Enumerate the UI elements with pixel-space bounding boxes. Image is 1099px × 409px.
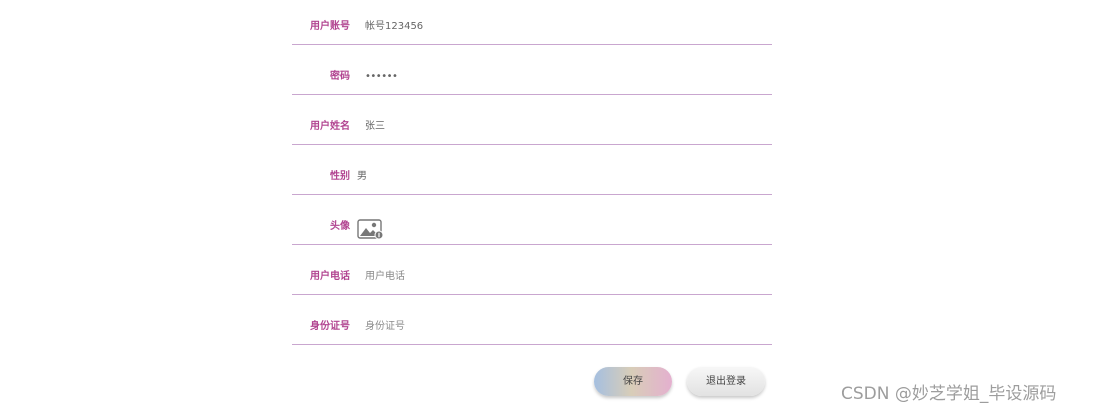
id-card-input[interactable]: 身份证号 bbox=[365, 320, 405, 334]
sex-label: 性别 bbox=[330, 171, 350, 182]
name-input[interactable]: 张三 bbox=[365, 120, 385, 134]
account-label: 用户账号 bbox=[310, 21, 350, 32]
name-row: 用户姓名 张三 bbox=[292, 100, 772, 145]
avatar-row: 头像 bbox=[292, 200, 772, 245]
id-card-row: 身份证号 身份证号 bbox=[292, 300, 772, 345]
password-label: 密码 bbox=[330, 71, 350, 82]
id-card-label: 身份证号 bbox=[310, 321, 350, 332]
account-row: 用户账号 帐号123456 bbox=[292, 0, 772, 45]
sex-row: 性别 男 bbox=[292, 150, 772, 195]
name-label: 用户姓名 bbox=[310, 121, 350, 132]
phone-label: 用户电话 bbox=[310, 271, 350, 282]
logout-button[interactable]: 退出登录 bbox=[687, 367, 765, 396]
phone-row: 用户电话 用户电话 bbox=[292, 250, 772, 295]
password-row: 密码 •••••• bbox=[292, 50, 772, 95]
sex-select[interactable]: 男 bbox=[357, 170, 367, 184]
save-button[interactable]: 保存 bbox=[594, 367, 672, 396]
account-input[interactable]: 帐号123456 bbox=[365, 20, 423, 34]
avatar-label: 头像 bbox=[330, 221, 350, 232]
phone-input[interactable]: 用户电话 bbox=[365, 270, 405, 284]
password-input[interactable]: •••••• bbox=[365, 70, 398, 84]
image-upload-icon[interactable] bbox=[357, 218, 384, 240]
watermark-text: CSDN @妙芝学姐_毕设源码 bbox=[841, 384, 1057, 404]
